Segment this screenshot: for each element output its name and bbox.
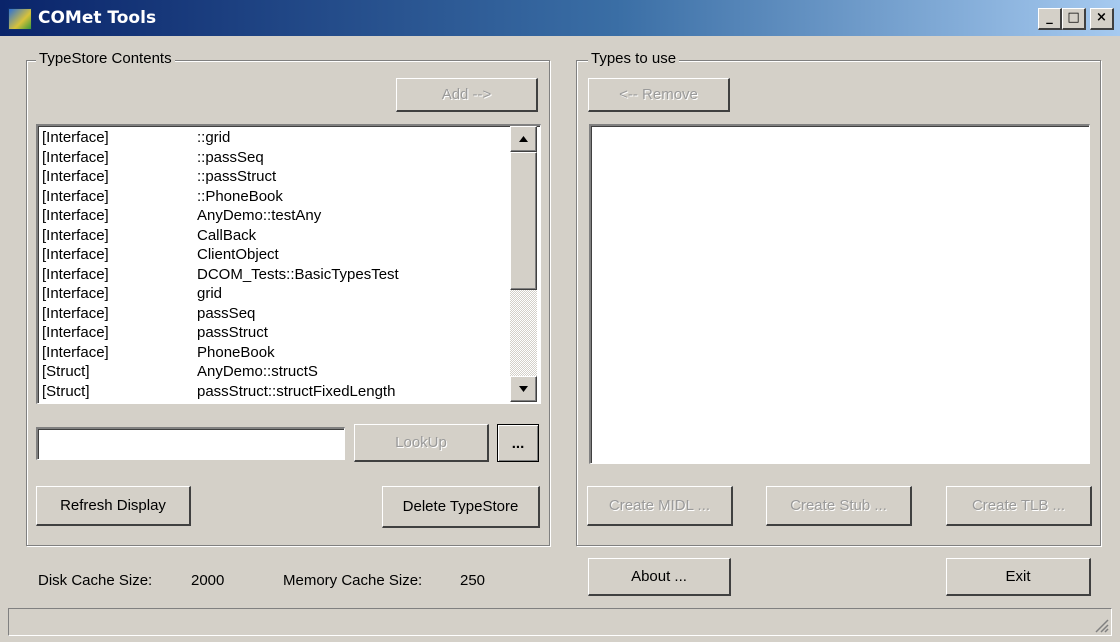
lookup-button-label: LookUp	[395, 434, 447, 451]
remove-button-label: <-- Remove	[619, 86, 698, 103]
resize-grip-icon[interactable]	[1093, 617, 1109, 633]
add-button-label: Add -->	[441, 86, 492, 103]
item-name: CallBack	[197, 226, 257, 244]
item-kind: [Interface]	[42, 246, 109, 263]
close-button[interactable]: ×	[1090, 8, 1114, 30]
item-kind: [Interface]	[42, 187, 109, 205]
create-stub-button[interactable]: Create Stub ...	[766, 486, 912, 526]
item-kind: [Interface]	[42, 304, 109, 322]
window-title: COMet Tools	[38, 8, 157, 28]
memory-cache-value: 250	[460, 572, 486, 589]
item-name: ::passSeq	[197, 148, 264, 166]
item-kind: [Interface]	[42, 207, 109, 224]
item-name: passStruct::structFixedLength	[197, 382, 396, 400]
memory-cache-label: Memory Cache Size:	[283, 572, 423, 589]
item-name: AnyDemo::structS	[197, 363, 318, 380]
exit-button[interactable]: Exit	[946, 558, 1091, 596]
types-to-use-list[interactable]	[589, 124, 1090, 464]
title-bar[interactable]: COMet Tools _ □ ×	[0, 0, 1120, 37]
typestore-rows: [Interface]::grid [Interface]::passSeq [In…	[38, 128, 508, 403]
item-kind: [Interface]	[42, 129, 109, 146]
item-name: ::PhoneBook	[197, 187, 283, 205]
about-button-label: About ...	[631, 568, 687, 585]
item-kind: [Interface]	[42, 343, 109, 361]
create-tlb-button[interactable]: Create TLB ...	[946, 486, 1092, 526]
types-to-use-legend: Types to use	[588, 50, 680, 67]
item-kind: [Struct]	[42, 382, 90, 400]
about-button[interactable]: About ...	[588, 558, 731, 596]
list-scrollbar[interactable]	[510, 126, 537, 402]
create-stub-label: Create Stub ...	[790, 497, 887, 514]
scroll-thumb[interactable]	[510, 152, 537, 290]
item-name: DCOM_Tests::BasicTypesTest	[197, 265, 399, 283]
minimize-button[interactable]: _	[1038, 8, 1062, 30]
typestore-legend: TypeStore Contents	[36, 50, 175, 67]
typestore-list[interactable]: [Interface]::grid [Interface]::passSeq [In…	[36, 124, 541, 404]
item-name: passSeq	[197, 304, 256, 322]
disk-cache-value: 2000	[191, 572, 225, 589]
remove-button[interactable]: <-- Remove	[588, 78, 730, 112]
create-tlb-label: Create TLB ...	[971, 497, 1066, 514]
item-kind: [Interface]	[42, 148, 109, 166]
scroll-up-button[interactable]	[510, 126, 537, 152]
item-name: ClientObject	[197, 246, 279, 263]
add-button[interactable]: Add -->	[396, 78, 538, 112]
arrow-down-icon	[519, 386, 528, 392]
item-kind: [Struct]	[42, 363, 90, 380]
item-kind: [Interface]	[42, 265, 109, 283]
delete-typestore-label: Delete TypeStore	[402, 498, 519, 515]
create-midl-button[interactable]: Create MIDL ...	[587, 486, 733, 526]
item-name: AnyDemo::testAny	[197, 207, 322, 224]
disk-cache-label: Disk Cache Size:	[38, 572, 153, 589]
create-midl-label: Create MIDL ...	[608, 497, 711, 514]
status-bar	[8, 608, 1112, 636]
item-kind: [Interface]	[42, 324, 109, 341]
item-name: PhoneBook	[197, 343, 275, 361]
item-name: passStruct	[197, 324, 268, 341]
lookup-input[interactable]	[36, 427, 345, 460]
item-kind: [Interface]	[42, 168, 109, 185]
browse-button[interactable]: ...	[497, 424, 539, 462]
exit-button-label: Exit	[1005, 568, 1031, 585]
refresh-display-button[interactable]: Refresh Display	[36, 486, 191, 526]
item-kind: [Interface]	[42, 285, 109, 302]
app-icon[interactable]	[8, 8, 32, 30]
item-name: ::grid	[197, 129, 231, 146]
arrow-up-icon	[519, 136, 528, 142]
maximize-button[interactable]: □	[1062, 8, 1086, 30]
item-kind: [Interface]	[42, 226, 109, 244]
refresh-display-label: Refresh Display	[60, 497, 166, 514]
lookup-button[interactable]: LookUp	[354, 424, 489, 462]
delete-typestore-button[interactable]: Delete TypeStore	[382, 486, 540, 528]
item-name: ::passStruct	[197, 168, 277, 185]
browse-button-label: ...	[511, 434, 525, 452]
item-name: grid	[197, 285, 223, 302]
scroll-down-button[interactable]	[510, 376, 537, 402]
